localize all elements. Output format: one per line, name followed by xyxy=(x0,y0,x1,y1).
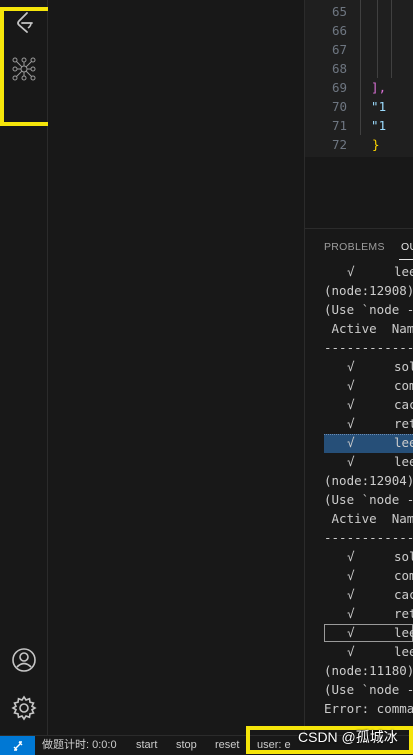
row-name: cac xyxy=(394,397,413,412)
row-name: com xyxy=(394,378,413,393)
output-line: Error: comma xyxy=(324,701,413,716)
line-number: 66 xyxy=(331,23,347,38)
checkmark: √ xyxy=(347,397,355,412)
line-number: 65 xyxy=(331,4,347,19)
line-number: 71 xyxy=(331,118,347,133)
output-line: (Use `node - xyxy=(324,492,413,507)
output-line: ------------ xyxy=(324,530,413,545)
row-name: lee xyxy=(394,435,413,450)
sidebar xyxy=(48,0,305,735)
row-name: lee xyxy=(394,625,413,640)
checkmark: √ xyxy=(347,644,355,659)
output-log[interactable]: √ lee (node:12908) (Use `node - Active Nam -… xyxy=(305,260,413,736)
checkmark: √ xyxy=(347,359,355,374)
code-line: "1 xyxy=(356,118,387,133)
output-line: (node:11180) xyxy=(324,663,413,678)
output-line: Active Nam xyxy=(324,511,413,526)
checkmark: √ xyxy=(347,625,355,640)
output-line: (node:12908) xyxy=(324,283,413,298)
output-line: Active Nam xyxy=(324,321,413,336)
checkmark: √ xyxy=(347,435,355,450)
remote-icon[interactable] xyxy=(0,736,35,755)
code-line: "1 xyxy=(356,99,387,114)
checkmark: √ xyxy=(347,454,355,469)
indent-guide xyxy=(360,0,361,135)
line-number: 68 xyxy=(331,61,347,76)
output-line: (node:12904) xyxy=(324,473,413,488)
line-number: 67 xyxy=(331,42,347,57)
row-name: lee xyxy=(394,644,413,659)
bottom-panel: PROBLEMS OU √ lee (node:12908) (Use `node -… xyxy=(305,228,413,736)
row-name: lee xyxy=(394,454,413,469)
leetcode-timer: 做题计时: 0:0:0 xyxy=(42,739,117,751)
watermark: CSDN @孤城冰 xyxy=(298,729,398,745)
panel-tabs: PROBLEMS OU xyxy=(305,229,413,263)
row-name: sol xyxy=(394,359,413,374)
code-editor[interactable]: 65 66 67 68 69 70 71 72 ], "1 "1 } xyxy=(305,0,413,157)
checkmark: √ xyxy=(347,587,355,602)
checkmark: √ xyxy=(347,264,355,279)
account-icon[interactable] xyxy=(0,638,47,682)
output-line: (Use `node - xyxy=(324,682,413,697)
code-line: ], xyxy=(356,80,387,95)
row-name: sol xyxy=(394,549,413,564)
tab-problems[interactable]: PROBLEMS xyxy=(324,241,385,253)
checkmark: √ xyxy=(347,549,355,564)
indent-guide xyxy=(377,0,378,78)
timer-start-button[interactable]: start xyxy=(136,736,157,755)
checkmark: √ xyxy=(347,568,355,583)
line-number: 72 xyxy=(331,137,347,152)
output-line: (Use `node - xyxy=(324,302,413,317)
row-name: ret xyxy=(394,606,413,621)
line-number: 70 xyxy=(331,99,347,114)
indent-guide xyxy=(391,0,392,78)
output-line: ------------ xyxy=(324,340,413,355)
row-name: lee xyxy=(394,264,413,279)
tab-output[interactable]: OU xyxy=(401,241,413,253)
row-name: cac xyxy=(394,587,413,602)
row-name: com xyxy=(394,568,413,583)
row-name: ret xyxy=(394,416,413,431)
checkmark: √ xyxy=(347,416,355,431)
line-number: 69 xyxy=(331,80,347,95)
checkmark: √ xyxy=(347,606,355,621)
timer-reset-button[interactable]: reset xyxy=(215,736,239,755)
timer-stop-button[interactable]: stop xyxy=(176,736,197,755)
checkmark: √ xyxy=(347,378,355,393)
settings-gear-icon[interactable] xyxy=(0,686,47,730)
code-line: } xyxy=(372,137,380,152)
